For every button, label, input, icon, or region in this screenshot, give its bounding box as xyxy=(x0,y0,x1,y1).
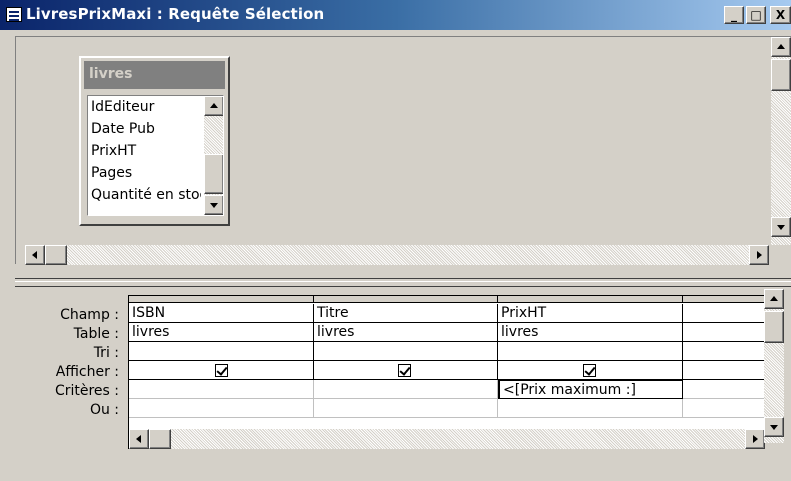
cell-criteria[interactable] xyxy=(683,380,765,399)
cell-field[interactable]: PrixHT xyxy=(498,304,683,323)
grid-scroll-left[interactable] xyxy=(129,429,149,449)
field-item[interactable]: PrixHT xyxy=(91,140,201,162)
cell-table[interactable]: livres xyxy=(314,323,498,342)
design-grid-pane: Champ : Table : Tri : Afficher : Critère… xyxy=(15,289,791,481)
scroll-up-button[interactable] xyxy=(771,37,791,57)
table-field-list[interactable]: livres IdEditeur Date Pub PrixHT Pages Q… xyxy=(79,56,230,226)
row-label-or: Ou : xyxy=(89,402,119,418)
column-selector[interactable] xyxy=(498,295,683,303)
arrow-left-icon xyxy=(136,435,141,443)
cell-table[interactable] xyxy=(683,323,765,342)
cell-sort[interactable] xyxy=(683,342,765,361)
grid-scroll-down[interactable] xyxy=(764,417,784,437)
grid-scroll-up[interactable] xyxy=(764,289,784,309)
close-button[interactable]: X xyxy=(770,6,791,24)
row-label-show: Afficher : xyxy=(55,364,119,380)
scroll-right-button[interactable] xyxy=(749,245,769,265)
title-bar[interactable]: LivresPrixMaxi : Requête Sélection _ □ X xyxy=(0,0,791,30)
column-selector[interactable] xyxy=(129,295,314,303)
cell-field[interactable]: ISBN xyxy=(129,304,314,323)
field-list-box[interactable]: IdEditeur Date Pub PrixHT Pages Quantité… xyxy=(87,95,224,216)
row-label-sort: Tri : xyxy=(93,345,119,361)
table-pane-vscroll[interactable] xyxy=(771,37,791,245)
column-selector[interactable] xyxy=(314,295,498,303)
cell-sort[interactable] xyxy=(129,342,314,361)
cell-show[interactable] xyxy=(498,361,683,380)
window-title: LivresPrixMaxi : Requête Sélection xyxy=(26,5,325,23)
cell-sort[interactable] xyxy=(498,342,683,361)
grid-scroll-right[interactable] xyxy=(745,429,765,449)
maximize-button[interactable]: □ xyxy=(746,6,766,24)
field-item[interactable]: Quantité en stock xyxy=(91,184,201,206)
arrow-down-icon xyxy=(210,203,218,208)
column-selector[interactable] xyxy=(683,295,765,303)
design-grid[interactable]: ISBN livres Titre livres PrixHT livres <… xyxy=(128,295,765,449)
show-checkbox[interactable] xyxy=(398,364,411,377)
arrow-right-icon xyxy=(753,435,758,443)
table-pane-hscroll[interactable] xyxy=(25,245,769,265)
scroll-down-button[interactable] xyxy=(771,217,791,237)
field-list-title[interactable]: livres xyxy=(84,61,225,89)
cell-show[interactable] xyxy=(314,361,498,380)
field-list-thumb[interactable] xyxy=(204,154,223,194)
cell-field[interactable] xyxy=(683,304,765,323)
cell-criteria[interactable] xyxy=(129,380,314,399)
cell-table[interactable]: livres xyxy=(498,323,683,342)
row-label-table: Table : xyxy=(73,326,119,342)
arrow-down-icon xyxy=(777,225,785,230)
field-list-scroll-down[interactable] xyxy=(204,195,223,215)
arrow-up-icon xyxy=(210,103,218,108)
cell-table[interactable]: livres xyxy=(129,323,314,342)
arrow-up-icon xyxy=(770,296,778,301)
pane-splitter[interactable] xyxy=(15,278,791,287)
grid-hscroll-thumb[interactable] xyxy=(149,429,171,449)
grid-vscroll-thumb[interactable] xyxy=(764,311,784,343)
grid-hscroll[interactable] xyxy=(129,429,765,449)
scroll-left-button[interactable] xyxy=(25,245,45,265)
arrow-up-icon xyxy=(777,44,785,49)
cell-or[interactable] xyxy=(129,399,314,418)
cell-show[interactable] xyxy=(129,361,314,380)
show-checkbox[interactable] xyxy=(583,364,596,377)
cell-field[interactable]: Titre xyxy=(314,304,498,323)
row-label-field: Champ : xyxy=(60,307,119,323)
query-icon[interactable] xyxy=(6,7,22,22)
show-checkbox[interactable] xyxy=(215,364,228,377)
minimize-button[interactable]: _ xyxy=(724,6,744,24)
row-label-criteria: Critères : xyxy=(54,383,119,399)
field-item[interactable]: Pages xyxy=(91,162,201,184)
cell-criteria-active[interactable]: <[Prix maximum :] xyxy=(498,380,683,399)
field-item[interactable]: Date Pub xyxy=(91,118,201,140)
cell-or[interactable] xyxy=(498,399,683,418)
arrow-right-icon xyxy=(757,251,762,259)
arrow-down-icon xyxy=(770,425,778,430)
cell-or[interactable] xyxy=(683,399,765,418)
cell-criteria[interactable] xyxy=(314,380,498,399)
query-design-window: LivresPrixMaxi : Requête Sélection _ □ X… xyxy=(0,0,791,481)
field-list-vscroll[interactable] xyxy=(204,96,223,215)
arrow-left-icon xyxy=(32,251,37,259)
cell-show[interactable] xyxy=(683,361,765,380)
vscroll-thumb[interactable] xyxy=(771,59,791,91)
grid-vscroll[interactable] xyxy=(764,289,784,443)
cell-or[interactable] xyxy=(314,399,498,418)
field-item[interactable]: IdEditeur xyxy=(91,96,201,118)
hscroll-thumb[interactable] xyxy=(45,245,67,265)
cell-sort[interactable] xyxy=(314,342,498,361)
field-list-scroll-up[interactable] xyxy=(204,96,223,116)
